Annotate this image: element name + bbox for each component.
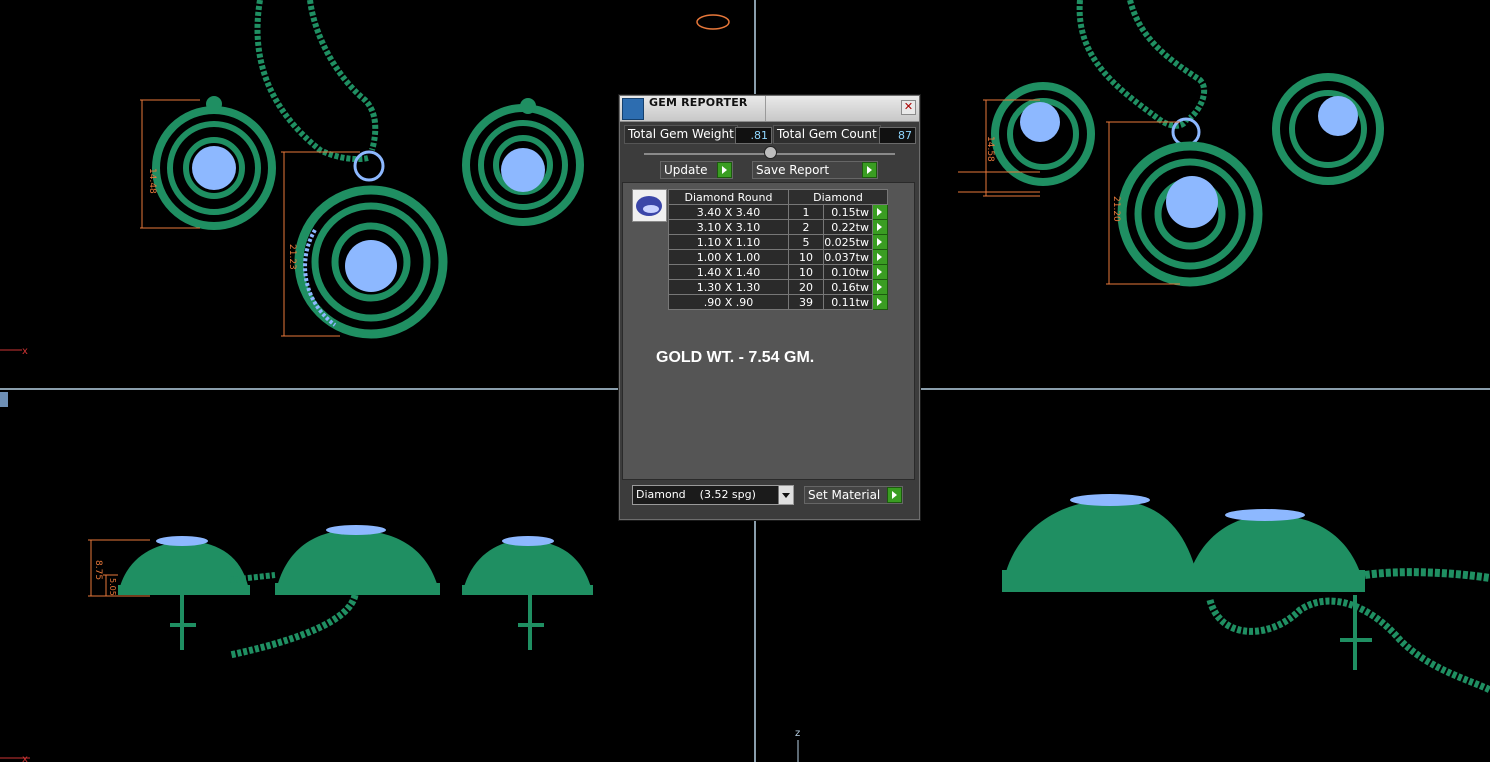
gem-report-panel: Diamond Round Diamond 3.40 X 3.40 1 0.15… — [622, 182, 915, 480]
gem-weight: 0.025tw — [823, 234, 873, 250]
close-icon[interactable]: ✕ — [901, 100, 916, 115]
gem-weight: 0.037tw — [823, 249, 873, 265]
row-arrow-icon[interactable] — [872, 249, 888, 265]
gem-reporter-dialog: GEM REPORTER ✕ Total Gem Weight .81 Tota… — [619, 95, 920, 520]
dim-label-4: 14.58 — [985, 136, 995, 162]
total-gem-weight-label: Total Gem Weight — [624, 125, 738, 144]
total-gem-count-label: Total Gem Count — [773, 125, 881, 144]
table-row: 3.40 X 3.40 1 0.15tw — [668, 204, 888, 220]
top-right-viewport — [958, 0, 1384, 287]
gem-size: 1.30 X 1.30 — [668, 279, 789, 295]
gem-weight: 0.22tw — [823, 219, 873, 235]
bottom-left-viewport — [0, 525, 593, 759]
gem-weight: 0.11tw — [823, 294, 873, 310]
set-material-button-label: Set Material — [808, 488, 881, 502]
gem-count: 1 — [788, 204, 824, 220]
update-button[interactable]: Update — [660, 161, 733, 179]
viewport-scroll-marker — [0, 392, 8, 407]
axis-label-z: z — [795, 728, 800, 739]
row-arrow-icon[interactable] — [872, 279, 888, 295]
play-arrow-icon — [717, 162, 732, 178]
total-gem-count-value: 87 — [879, 127, 916, 144]
splitter-handle[interactable] — [764, 146, 777, 159]
material-select-value: Diamond (3.52 spg) — [636, 488, 756, 501]
top-left-viewport — [0, 0, 584, 351]
table-row: 1.00 X 1.00 10 0.037tw — [668, 249, 888, 265]
gem-count: 20 — [788, 279, 824, 295]
save-report-button[interactable]: Save Report — [752, 161, 878, 179]
gem-table: Diamond Round Diamond 3.40 X 3.40 1 0.15… — [668, 189, 888, 310]
chevron-down-icon[interactable] — [778, 486, 793, 504]
dim-label-5: 8.75 — [93, 560, 103, 580]
gem-size: .90 X .90 — [668, 294, 789, 310]
gem-weight: 0.10tw — [823, 264, 873, 280]
update-button-label: Update — [664, 163, 708, 177]
gem-size: 1.10 X 1.10 — [668, 234, 789, 250]
row-arrow-icon[interactable] — [872, 264, 888, 280]
dim-label-1: 14.48 — [147, 168, 157, 194]
row-arrow-icon[interactable] — [872, 234, 888, 250]
table-row: 1.30 X 1.30 20 0.16tw — [668, 279, 888, 295]
col-header-shape: Diamond Round — [668, 189, 789, 205]
gem-weight: 0.16tw — [823, 279, 873, 295]
gem-count: 2 — [788, 219, 824, 235]
row-arrow-icon[interactable] — [872, 294, 888, 310]
gold-weight-note: GOLD WT. - 7.54 GM. — [656, 349, 815, 366]
table-row: 3.10 X 3.10 2 0.22tw — [668, 219, 888, 235]
axis-label-x-top: x — [22, 346, 28, 357]
play-arrow-icon — [887, 487, 902, 503]
gem-size: 3.10 X 3.10 — [668, 219, 789, 235]
dialog-titlebar[interactable]: GEM REPORTER ✕ — [620, 96, 919, 122]
gem-count: 10 — [788, 264, 824, 280]
gem-count: 5 — [788, 234, 824, 250]
bottom-right-viewport — [797, 494, 1490, 762]
gem-weight: 0.15tw — [823, 204, 873, 220]
gem-count: 39 — [788, 294, 824, 310]
row-arrow-icon[interactable] — [872, 219, 888, 235]
table-row: 1.40 X 1.40 10 0.10tw — [668, 264, 888, 280]
axis-label-x-bottom: x — [22, 754, 28, 762]
gem-size: 1.00 X 1.00 — [668, 249, 789, 265]
dialog-title: GEM REPORTER — [649, 96, 748, 109]
gem-size: 3.40 X 3.40 — [668, 204, 789, 220]
gem-count: 10 — [788, 249, 824, 265]
table-row: 1.10 X 1.10 5 0.025tw — [668, 234, 888, 250]
row-arrow-icon[interactable] — [872, 204, 888, 220]
dim-label-3: 21.20 — [1111, 196, 1121, 222]
save-report-button-label: Save Report — [756, 163, 830, 177]
material-select[interactable]: Diamond (3.52 spg) — [632, 485, 794, 505]
play-arrow-icon — [862, 162, 877, 178]
table-row: .90 X .90 39 0.11tw — [668, 294, 888, 310]
diamond-gem-icon — [632, 189, 667, 222]
gem-size: 1.40 X 1.40 — [668, 264, 789, 280]
col-header-material: Diamond — [788, 189, 888, 205]
titlebar-divider — [765, 96, 766, 121]
total-gem-weight-value: .81 — [735, 127, 772, 144]
gem-reporter-app-icon — [622, 98, 644, 120]
dim-label-6: 5.05 — [108, 578, 117, 596]
set-material-button[interactable]: Set Material — [804, 486, 903, 504]
dim-label-2: 21.23 — [287, 244, 297, 270]
